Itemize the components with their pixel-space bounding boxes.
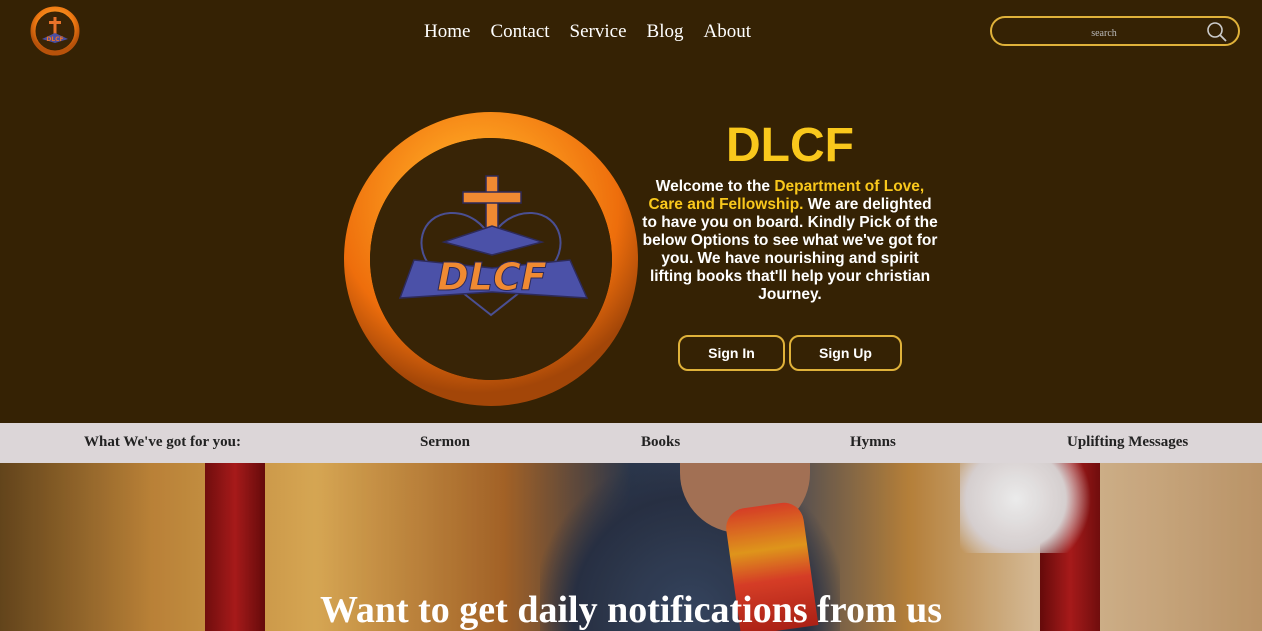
nav-about[interactable]: About bbox=[693, 20, 761, 44]
banner-title: Want to get daily notifications from us bbox=[319, 589, 943, 631]
banner-photo: Want to get daily notifications from us bbox=[0, 463, 1262, 631]
main-nav: Home Contact Service Blog About bbox=[414, 20, 761, 44]
dlcf-emblem-icon: DLCF bbox=[344, 112, 638, 406]
nav-service[interactable]: Service bbox=[560, 20, 637, 44]
category-books[interactable]: Books bbox=[641, 434, 680, 451]
sign-in-button[interactable]: Sign In bbox=[678, 335, 785, 371]
search-icon[interactable] bbox=[1206, 21, 1228, 43]
nav-home[interactable]: Home bbox=[414, 20, 480, 44]
category-bar: What We've got for you: Sermon Books Hym… bbox=[0, 423, 1262, 463]
hero-section: DLCF Home Contact Service Blog About sea… bbox=[0, 0, 1262, 423]
category-uplifting-messages[interactable]: Uplifting Messages bbox=[1067, 434, 1188, 451]
svg-text:DLCF: DLCF bbox=[437, 255, 547, 299]
svg-text:DLCF: DLCF bbox=[46, 36, 63, 43]
category-heading: What We've got for you: bbox=[84, 434, 241, 450]
sign-up-button[interactable]: Sign Up bbox=[789, 335, 902, 371]
dlcf-logo-icon[interactable]: DLCF bbox=[30, 6, 80, 56]
hero-title: DLCF bbox=[726, 119, 854, 172]
search-input[interactable] bbox=[1002, 22, 1206, 44]
search-box bbox=[990, 16, 1240, 46]
intro-text-before: Welcome to the bbox=[655, 178, 775, 195]
hero-text: DLCF Welcome to the Department of Love, … bbox=[640, 118, 940, 304]
nav-contact[interactable]: Contact bbox=[480, 20, 559, 44]
hero-description: Welcome to the Department of Love, Care … bbox=[640, 178, 940, 304]
nav-blog[interactable]: Blog bbox=[637, 20, 694, 44]
category-sermon[interactable]: Sermon bbox=[420, 434, 470, 451]
category-hymns[interactable]: Hymns bbox=[850, 434, 896, 451]
